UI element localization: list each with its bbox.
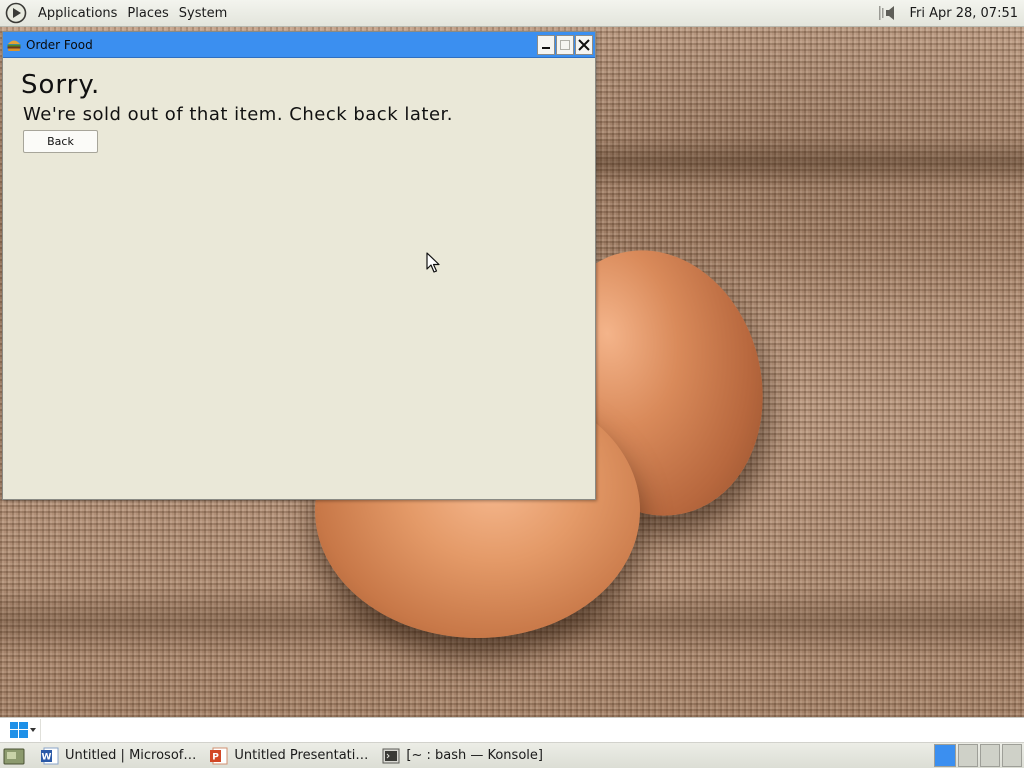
window-title: Order Food <box>26 37 93 52</box>
workspace-3[interactable] <box>980 744 1000 767</box>
presentation-icon: P <box>210 747 228 764</box>
search-bar <box>0 717 1024 743</box>
maximize-button[interactable] <box>556 34 574 55</box>
panel-tray: Fri Apr 28, 07:51 <box>873 0 1024 26</box>
word-icon: W <box>41 747 59 764</box>
clock[interactable]: Fri Apr 28, 07:51 <box>903 6 1024 21</box>
speaker-icon[interactable] <box>873 1 903 25</box>
task-word[interactable]: W Untitled | Microsof… <box>37 745 200 767</box>
svg-text:W: W <box>42 752 52 762</box>
task-label: Untitled | Microsof… <box>65 748 197 763</box>
top-panel: Applications Places System Fri Apr 28, 0… <box>0 0 1024 27</box>
maximize-icon <box>560 39 570 50</box>
window-content: Sorry. We're sold out of that item. Chec… <box>3 58 595 163</box>
order-food-window: Order Food Sorry. We're sold out of that… <box>2 31 596 500</box>
search-input[interactable] <box>40 719 1024 741</box>
minimize-button[interactable] <box>537 34 555 55</box>
workspace-1[interactable] <box>934 744 956 767</box>
task-label: Untitled Presentati… <box>234 748 369 763</box>
distro-logo-icon[interactable] <box>5 2 27 24</box>
terminal-icon <box>382 748 400 763</box>
show-desktop-icon[interactable] <box>3 746 25 766</box>
sold-out-message: We're sold out of that item. Check back … <box>23 104 453 125</box>
wallpaper-fold <box>596 137 1024 187</box>
task-konsole[interactable]: [~ : bash — Konsole] <box>378 745 547 767</box>
task-presentation[interactable]: P Untitled Presentati… <box>206 745 372 767</box>
svg-text:P: P <box>213 752 220 762</box>
menu-places[interactable]: Places <box>122 6 173 21</box>
burger-icon <box>7 40 21 51</box>
menu-applications[interactable]: Applications <box>33 6 122 21</box>
sorry-heading: Sorry. <box>21 70 101 100</box>
mouse-pointer-icon <box>426 252 440 273</box>
back-button[interactable]: Back <box>23 130 98 153</box>
workspace-4[interactable] <box>1002 744 1022 767</box>
close-button[interactable] <box>575 34 593 55</box>
menu-system[interactable]: System <box>174 6 232 21</box>
minimize-icon <box>542 46 550 49</box>
workspace-2[interactable] <box>958 744 978 767</box>
window-titlebar[interactable]: Order Food <box>3 32 595 58</box>
start-button[interactable] <box>0 718 40 742</box>
close-icon <box>578 38 590 51</box>
task-label: [~ : bash — Konsole] <box>406 748 543 763</box>
windows-logo-icon <box>10 722 28 738</box>
window-controls <box>536 34 593 55</box>
workspace-switcher <box>932 744 1022 767</box>
taskbar: W Untitled | Microsof… P Untitled Presen… <box>0 743 1024 768</box>
chevron-down-icon <box>30 728 36 732</box>
